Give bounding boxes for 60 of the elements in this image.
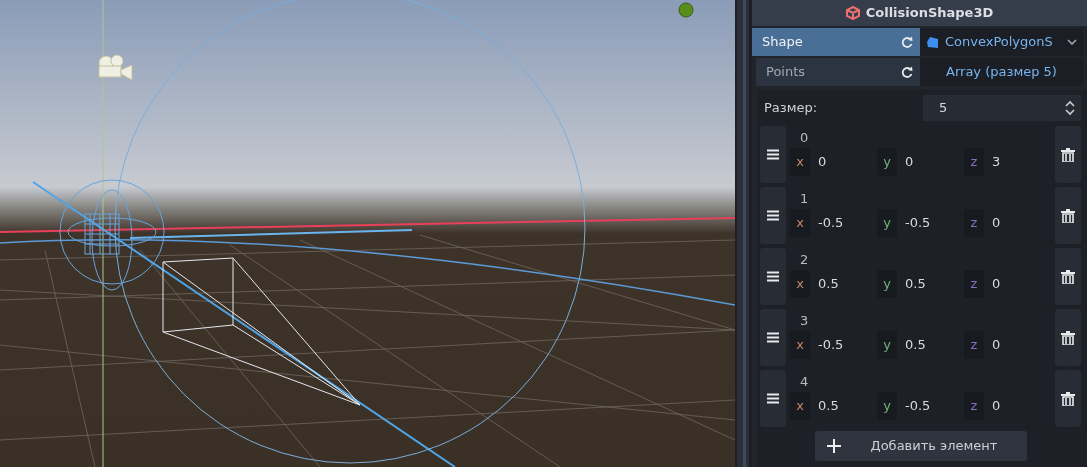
revert-icon <box>900 65 914 79</box>
delete-button[interactable] <box>1055 370 1081 427</box>
property-name: Points <box>766 63 806 82</box>
coordinate-field[interactable]: z 0 <box>964 209 1051 237</box>
add-element-button[interactable]: Добавить элемент <box>814 431 1027 461</box>
drag-handle[interactable] <box>760 370 786 427</box>
coordinate-field[interactable]: z 3 <box>964 148 1051 176</box>
menu-icon <box>767 149 779 160</box>
delete-button[interactable] <box>1055 248 1081 305</box>
trash-icon <box>1061 208 1075 223</box>
element-index: 4 <box>799 373 810 391</box>
property-label[interactable]: Shape <box>752 28 920 56</box>
coordinate-field[interactable]: x 0.5 <box>790 270 877 298</box>
revert-icon <box>900 35 914 49</box>
coordinate-field[interactable]: y -0.5 <box>877 392 964 420</box>
spinner-arrows-icon <box>1065 100 1075 116</box>
array-button[interactable]: Array (размер 5) <box>920 58 1083 86</box>
coordinate-field[interactable]: y 0 <box>877 148 964 176</box>
plus-icon <box>826 439 841 453</box>
element-index: 0 <box>799 129 810 147</box>
camera-icon <box>98 54 133 81</box>
coordinate-field[interactable]: y 0.5 <box>877 270 964 298</box>
property-label[interactable]: Points <box>756 58 920 86</box>
coordinate-field[interactable]: x 0 <box>790 148 877 176</box>
cube-icon <box>845 6 860 20</box>
delete-button[interactable] <box>1055 126 1081 183</box>
drag-handle[interactable] <box>760 248 786 305</box>
size-label: Размер: <box>764 99 818 118</box>
drag-handle[interactable] <box>760 309 786 366</box>
chevron-down-icon <box>1067 38 1077 46</box>
coordinate-field[interactable]: x -0.5 <box>790 331 877 359</box>
coordinate-field[interactable]: x -0.5 <box>790 209 877 237</box>
drag-handle[interactable] <box>760 187 786 244</box>
property-value-field[interactable]: ConvexPolygonS <box>920 28 1083 56</box>
drag-handle[interactable] <box>760 126 786 183</box>
trash-icon <box>1061 391 1075 406</box>
coordinate-field[interactable]: x 0.5 <box>790 392 877 420</box>
coordinate-field[interactable]: y 0.5 <box>877 331 964 359</box>
element-index: 1 <box>799 190 810 208</box>
menu-icon <box>767 332 779 343</box>
coordinate-field[interactable]: z 0 <box>964 392 1051 420</box>
trash-icon <box>1061 147 1075 162</box>
node-title: CollisionShape3D <box>865 4 994 23</box>
coordinate-field[interactable]: y -0.5 <box>877 209 964 237</box>
trash-icon <box>1061 269 1075 284</box>
polygon-shape-icon <box>926 35 939 49</box>
status-dot-icon <box>678 2 694 18</box>
coordinate-field[interactable]: z 0 <box>964 270 1051 298</box>
element-index: 2 <box>799 251 810 269</box>
delete-button[interactable] <box>1055 187 1081 244</box>
resource-name: ConvexPolygonS <box>945 33 1054 52</box>
size-spinbox[interactable]: 5 <box>923 95 1081 121</box>
menu-icon <box>767 210 779 221</box>
delete-button[interactable] <box>1055 309 1081 366</box>
property-name: Shape <box>762 33 803 52</box>
menu-icon <box>767 393 779 404</box>
element-index: 3 <box>799 312 810 330</box>
menu-icon <box>767 271 779 282</box>
coordinate-field[interactable]: z 0 <box>964 331 1051 359</box>
trash-icon <box>1061 330 1075 345</box>
